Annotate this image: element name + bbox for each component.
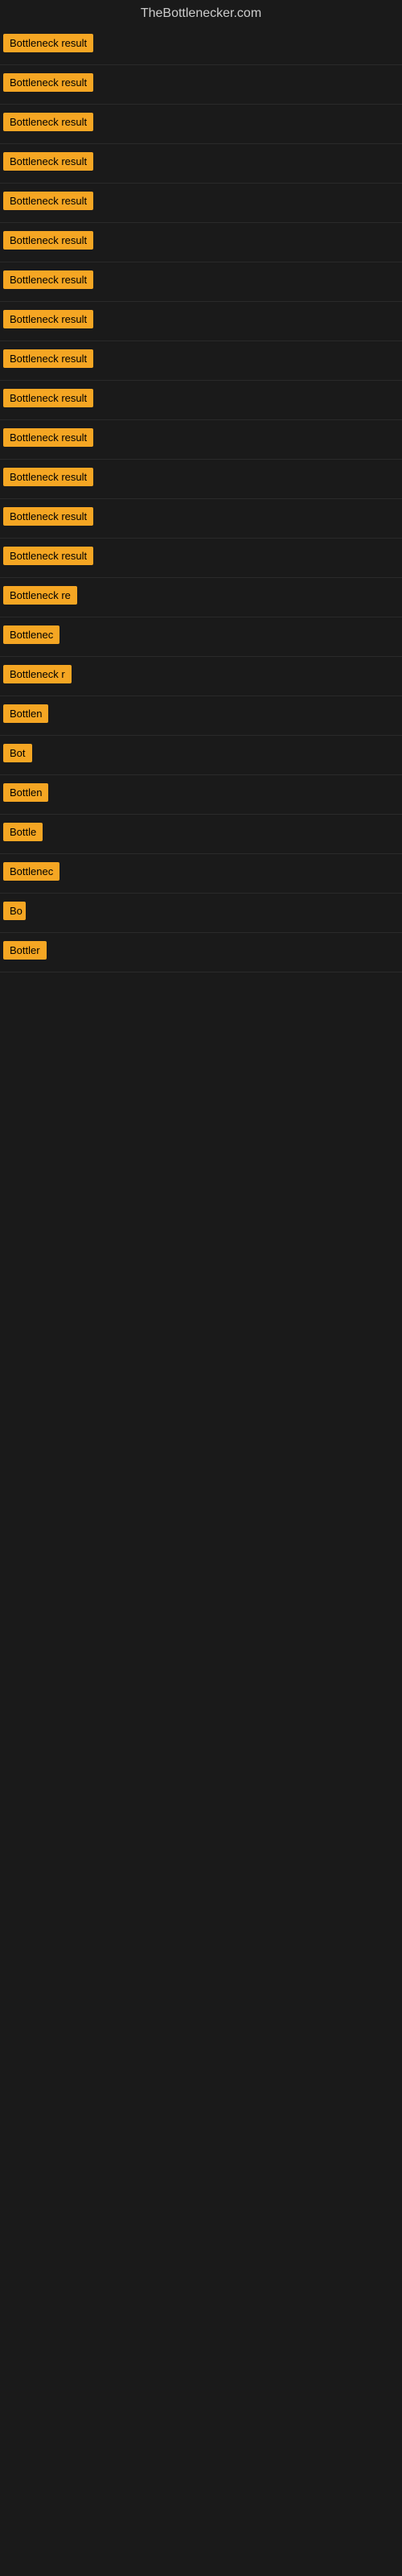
bottleneck-badge-12[interactable]: Bottleneck result: [3, 468, 93, 486]
bottleneck-row-23: Bo: [0, 894, 402, 933]
bottleneck-badge-16[interactable]: Bottlenec: [3, 625, 59, 644]
bottleneck-badge-21[interactable]: Bottle: [3, 823, 43, 841]
bottleneck-row-10: Bottleneck result: [0, 381, 402, 420]
bottleneck-row-6: Bottleneck result: [0, 223, 402, 262]
bottleneck-badge-19[interactable]: Bot: [3, 744, 32, 762]
bottleneck-badge-2[interactable]: Bottleneck result: [3, 73, 93, 92]
bottleneck-row-20: Bottlen: [0, 775, 402, 815]
bottleneck-row-1: Bottleneck result: [0, 26, 402, 65]
bottleneck-badge-7[interactable]: Bottleneck result: [3, 270, 93, 289]
bottleneck-badge-24[interactable]: Bottler: [3, 941, 47, 960]
bottleneck-badge-15[interactable]: Bottleneck re: [3, 586, 77, 605]
bottleneck-row-13: Bottleneck result: [0, 499, 402, 539]
bottleneck-row-21: Bottle: [0, 815, 402, 854]
bottleneck-row-18: Bottlen: [0, 696, 402, 736]
bottleneck-row-11: Bottleneck result: [0, 420, 402, 460]
bottleneck-row-5: Bottleneck result: [0, 184, 402, 223]
bottleneck-row-9: Bottleneck result: [0, 341, 402, 381]
bottleneck-badge-20[interactable]: Bottlen: [3, 783, 48, 802]
bottleneck-badge-18[interactable]: Bottlen: [3, 704, 48, 723]
bottleneck-row-22: Bottlenec: [0, 854, 402, 894]
bottleneck-badge-8[interactable]: Bottleneck result: [3, 310, 93, 328]
bottleneck-row-24: Bottler: [0, 933, 402, 972]
bottleneck-row-2: Bottleneck result: [0, 65, 402, 105]
bottleneck-row-19: Bot: [0, 736, 402, 775]
bottleneck-row-7: Bottleneck result: [0, 262, 402, 302]
bottleneck-badge-13[interactable]: Bottleneck result: [3, 507, 93, 526]
bottleneck-badge-10[interactable]: Bottleneck result: [3, 389, 93, 407]
bottleneck-row-15: Bottleneck re: [0, 578, 402, 617]
bottleneck-badge-22[interactable]: Bottlenec: [3, 862, 59, 881]
bottleneck-row-14: Bottleneck result: [0, 539, 402, 578]
bottleneck-badge-9[interactable]: Bottleneck result: [3, 349, 93, 368]
bottleneck-row-16: Bottlenec: [0, 617, 402, 657]
bottleneck-badge-23[interactable]: Bo: [3, 902, 26, 920]
bottleneck-row-8: Bottleneck result: [0, 302, 402, 341]
bottleneck-badge-17[interactable]: Bottleneck r: [3, 665, 72, 683]
bottleneck-row-12: Bottleneck result: [0, 460, 402, 499]
bottleneck-row-17: Bottleneck r: [0, 657, 402, 696]
items-container: Bottleneck result Bottleneck result Bottle…: [0, 26, 402, 972]
bottleneck-badge-6[interactable]: Bottleneck result: [3, 231, 93, 250]
bottleneck-badge-3[interactable]: Bottleneck result: [3, 113, 93, 131]
bottleneck-badge-1[interactable]: Bottleneck result: [3, 34, 93, 52]
bottleneck-badge-4[interactable]: Bottleneck result: [3, 152, 93, 171]
bottleneck-row-4: Bottleneck result: [0, 144, 402, 184]
bottleneck-row-3: Bottleneck result: [0, 105, 402, 144]
bottleneck-badge-11[interactable]: Bottleneck result: [3, 428, 93, 447]
bottleneck-badge-5[interactable]: Bottleneck result: [3, 192, 93, 210]
site-header: TheBottlenecker.com: [0, 0, 402, 26]
site-title: TheBottlenecker.com: [0, 0, 402, 26]
bottleneck-badge-14[interactable]: Bottleneck result: [3, 547, 93, 565]
